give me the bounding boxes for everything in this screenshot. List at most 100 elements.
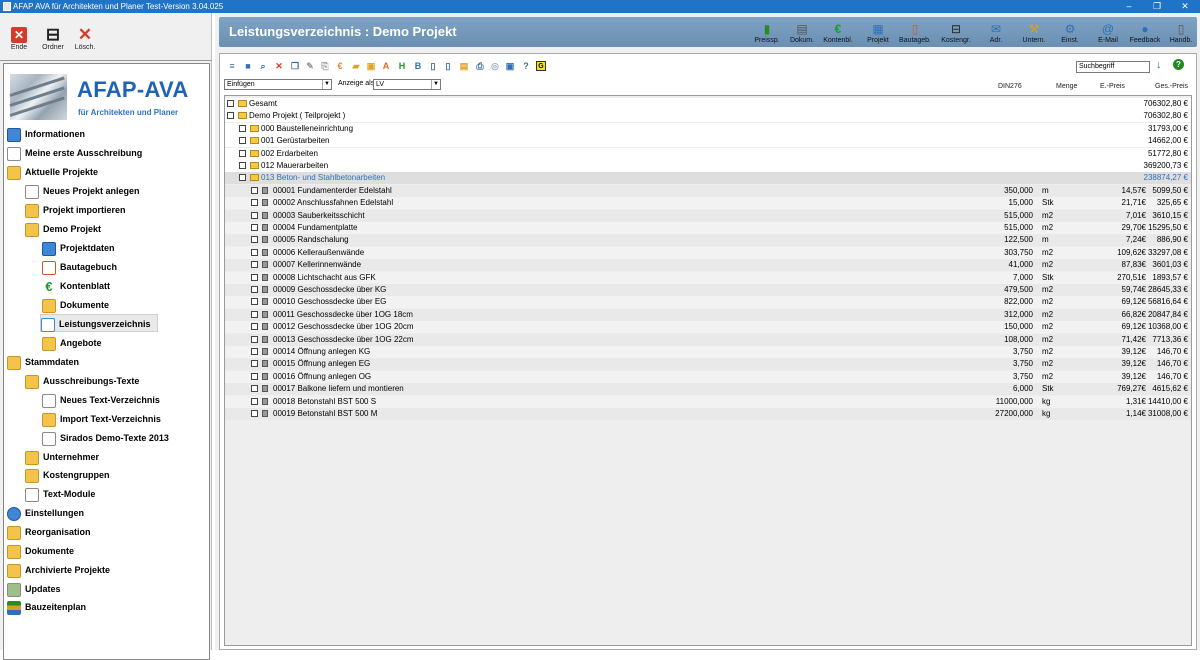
nav-item-projekt-importieren[interactable]: Projekt importieren: [25, 201, 126, 219]
nav-item-text-module[interactable]: Text-Module: [25, 485, 95, 503]
list-icon[interactable]: ≡: [227, 61, 237, 71]
nav-item-einstellungen[interactable]: Einstellungen: [7, 504, 84, 522]
notes-icon[interactable]: ▤: [459, 61, 469, 71]
minimize-button[interactable]: –: [1118, 0, 1140, 13]
folder-icon[interactable]: ▰: [351, 61, 361, 71]
nav-item-import-text-verzeichnis[interactable]: Import Text-Verzeichnis: [42, 410, 161, 428]
g-icon[interactable]: G: [536, 61, 546, 71]
nav-item-informationen[interactable]: Informationen: [7, 125, 85, 143]
nav-item-bauzeitenplan[interactable]: Bauzeitenplan: [7, 598, 86, 616]
row-checkbox[interactable]: [251, 286, 258, 293]
lv-position-row[interactable]: 00013 Geschossdecke über 1OG 22cm 108,000…: [225, 333, 1191, 346]
nav-item-neues-text-verzeichnis[interactable]: Neues Text-Verzeichnis: [42, 391, 160, 409]
lv-position-row[interactable]: 00004 Fundamentplatte 515,000 m2 29,70€ 1529…: [225, 222, 1191, 234]
nav-item-unternehmer[interactable]: Unternehmer: [25, 448, 99, 466]
help-icon[interactable]: ?: [521, 61, 531, 71]
nav-item-kostengruppen[interactable]: Kostengruppen: [25, 466, 110, 484]
row-checkbox[interactable]: [239, 137, 246, 145]
text-b-icon[interactable]: B: [413, 61, 423, 71]
nav-item-neues-projekt-anlegen[interactable]: Neues Projekt anlegen: [25, 182, 140, 200]
text-h-icon[interactable]: H: [397, 61, 407, 71]
lv-position-row[interactable]: 00014 Öffnung anlegen KG 3,750 m2 39,12€ 146…: [225, 346, 1191, 358]
nav-item-dokumente[interactable]: Dokumente: [42, 296, 109, 314]
row-checkbox[interactable]: [251, 310, 258, 318]
row-checkbox[interactable]: [251, 248, 258, 256]
nav-item-meine-erste-ausschreibung[interactable]: Meine erste Ausschreibung: [7, 144, 142, 162]
search-arrow-icon[interactable]: ↓: [1156, 59, 1162, 71]
nav-item-aktuelle-projekte[interactable]: Aktuelle Projekte: [7, 163, 98, 181]
row-checkbox[interactable]: [251, 348, 258, 355]
euro-icon[interactable]: €: [335, 61, 345, 71]
email-button[interactable]: @ E-Mail: [1089, 22, 1127, 44]
save-icon[interactable]: ■: [243, 61, 253, 71]
view-select[interactable]: LV ▼: [373, 79, 441, 90]
nav-item-demo-projekt[interactable]: Demo Projekt: [25, 220, 101, 238]
nav-item-kontenblatt[interactable]: € Kontenblatt: [42, 277, 110, 295]
nav-item-reorganisation[interactable]: Reorganisation: [7, 523, 91, 541]
lv-position-row[interactable]: 00016 Öffnung anlegen OG 3,750 m2 39,12€ 146…: [225, 370, 1191, 383]
maximize-button[interactable]: ❐: [1146, 0, 1168, 13]
print-icon[interactable]: ⎙: [475, 61, 485, 71]
row-checkbox[interactable]: [239, 124, 246, 132]
search-input[interactable]: Suchbegriff: [1076, 61, 1150, 73]
lv-position-row[interactable]: 00010 Geschossdecke über EG 822,000 m2 69,1…: [225, 296, 1191, 309]
lv-position-row[interactable]: 00015 Öffnung anlegen EG 3,750 m2 39,12€ 146…: [225, 358, 1191, 371]
lv-group-row[interactable]: 002 Erdarbeiten 51772,80 €: [225, 147, 1191, 160]
delete-button[interactable]: ✕ Lösch.: [68, 26, 102, 51]
text-a-icon[interactable]: A: [381, 61, 391, 71]
row-checkbox[interactable]: [251, 261, 258, 269]
lv-position-row[interactable]: 00008 Lichtschacht aus GFK 7,000 Stk 270,51…: [225, 271, 1191, 284]
lv-position-row[interactable]: 00001 Fundamenterder Edelstahl 350,000 m 14…: [225, 184, 1191, 197]
nav-item-angebote[interactable]: Angebote: [42, 334, 102, 352]
row-checkbox[interactable]: [239, 174, 246, 182]
exit-button[interactable]: ✕ Ende: [2, 27, 36, 51]
row-checkbox[interactable]: [251, 199, 258, 207]
lv-group-row[interactable]: 001 Gerüstarbeiten 14662,00 €: [225, 135, 1191, 148]
insert-select[interactable]: Einfügen ▼: [224, 79, 332, 90]
row-checkbox[interactable]: [251, 335, 258, 343]
row-checkbox[interactable]: [251, 385, 258, 393]
lv-position-row[interactable]: 00012 Geschossdecke über 1OG 20cm 150,000…: [225, 321, 1191, 334]
row-checkbox[interactable]: [251, 360, 258, 368]
row-checkbox[interactable]: [251, 372, 258, 380]
einstellungen-button[interactable]: ⚙ Einst.: [1051, 22, 1089, 44]
row-checkbox[interactable]: [251, 273, 258, 281]
unternehmer-button[interactable]: ⚒ Untern.: [1015, 22, 1053, 44]
search-icon[interactable]: ⌕: [258, 61, 268, 71]
row-checkbox[interactable]: [251, 224, 258, 231]
edit-icon[interactable]: ✎: [305, 61, 315, 71]
nav-item-archivierte-projekte[interactable]: Archivierte Projekte: [7, 561, 110, 579]
lv-position-row[interactable]: 00006 Kelleraußenwände 303,750 m2 109,62€ 33…: [225, 246, 1191, 259]
nav-item-projektdaten[interactable]: Projektdaten: [42, 239, 115, 257]
lv-group-row[interactable]: 000 Baustelleneinrichtung 31793,00 €: [225, 122, 1191, 135]
paste-icon[interactable]: ⎘: [320, 61, 330, 71]
row-checkbox[interactable]: [251, 298, 258, 306]
row-checkbox[interactable]: [251, 410, 258, 417]
lv-position-row[interactable]: 00005 Randschalung 122,500 m 7,24€ 886,90 €: [225, 234, 1191, 247]
delete-icon[interactable]: ✕: [274, 61, 284, 71]
row-checkbox[interactable]: [227, 112, 234, 120]
pages-icon[interactable]: ▯: [443, 61, 453, 71]
row-checkbox[interactable]: [251, 211, 258, 219]
kostengruppen-button[interactable]: ⊟ Kostengr.: [937, 22, 975, 44]
nav-item-stammdaten[interactable]: Stammdaten: [7, 353, 79, 371]
row-checkbox[interactable]: [239, 149, 246, 157]
preisspiegel-button[interactable]: ▮ Preissp.: [748, 22, 786, 44]
row-checkbox[interactable]: [251, 323, 258, 331]
lv-position-row[interactable]: 00002 Anschlussfahnen Edelstahl 15,000 Stk…: [225, 197, 1191, 210]
lv-position-row[interactable]: 00003 Sauberkeitsschicht 515,000 m2 7,01€ 36…: [225, 209, 1191, 222]
lv-position-row[interactable]: 00011 Geschossdecke über 1OG 18cm 312,000…: [225, 308, 1191, 321]
adressen-button[interactable]: ✉ Adr.: [977, 22, 1015, 44]
nav-item-bautagebuch[interactable]: Bautagebuch: [42, 258, 117, 276]
lv-group-row[interactable]: 013 Beton- und Stahlbetonarbeiten 238874,…: [225, 172, 1191, 185]
lv-group-row[interactable]: Gesamt 706302,80 €: [225, 98, 1191, 110]
row-checkbox[interactable]: [227, 100, 234, 107]
lv-group-row[interactable]: Demo Projekt ( Teilprojekt ) 706302,80 €: [225, 110, 1191, 123]
nav-item-updates[interactable]: Updates: [7, 580, 61, 598]
bautagebuch-button[interactable]: ▯ Bautageb.: [896, 22, 934, 44]
help-icon[interactable]: ?: [1173, 59, 1184, 70]
settings-icon[interactable]: ◎: [490, 61, 500, 71]
feedback-button[interactable]: ● Feedback: [1126, 22, 1164, 44]
row-checkbox[interactable]: [251, 236, 258, 244]
lv-position-row[interactable]: 00017 Balkone liefern und montieren 6,000…: [225, 383, 1191, 396]
